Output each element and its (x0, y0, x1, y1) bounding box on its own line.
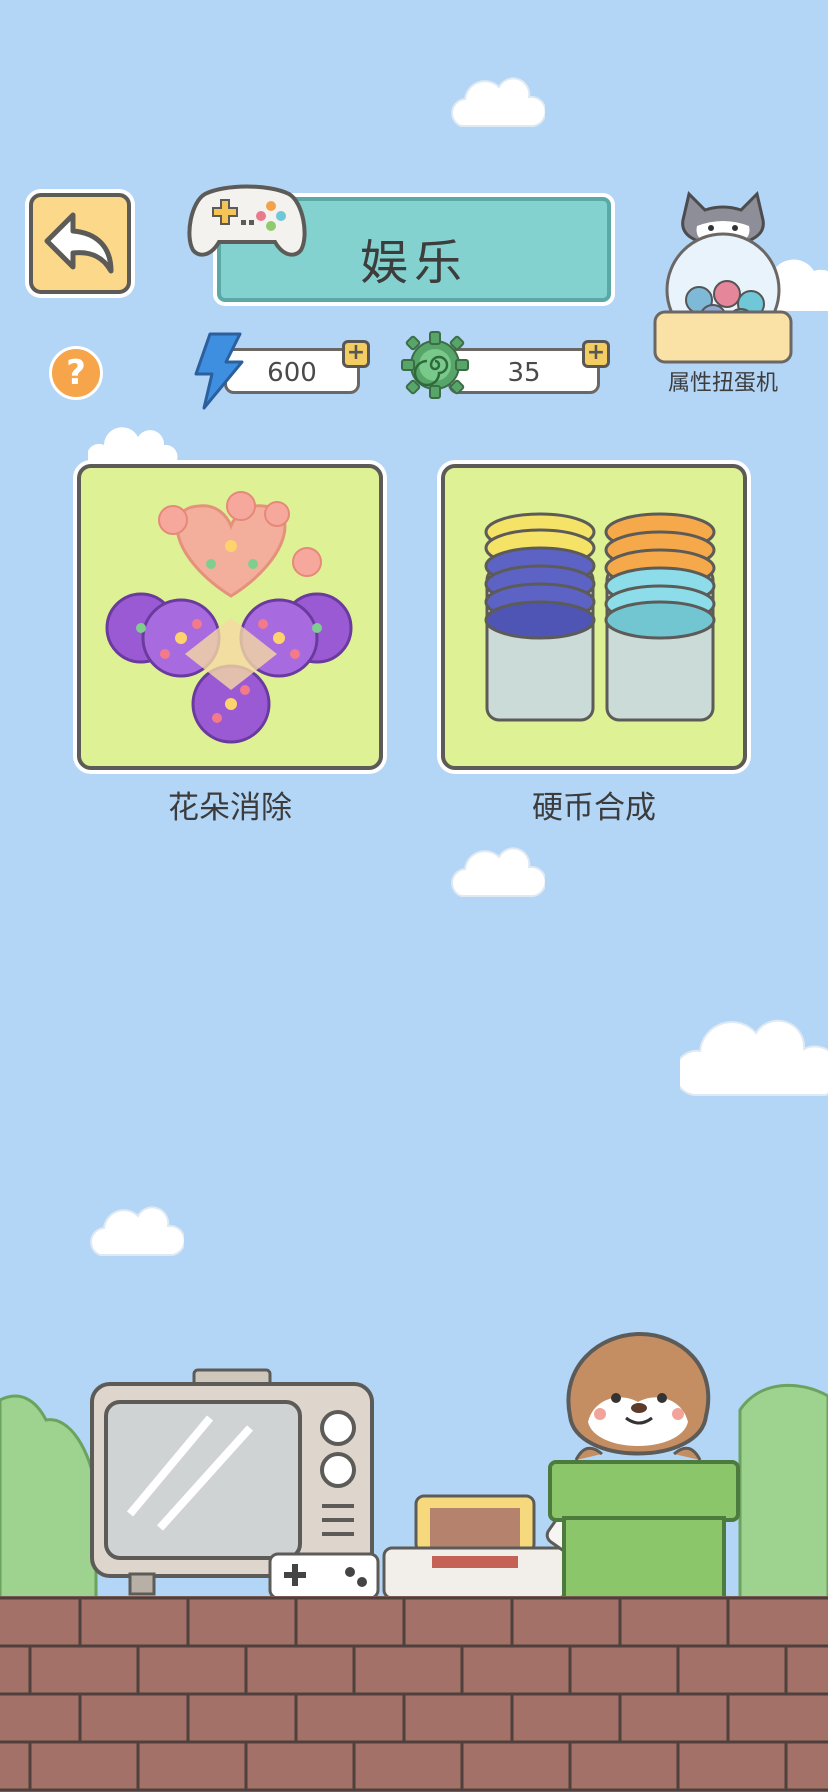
spiral-plus-button[interactable]: + (582, 340, 610, 368)
back-arrow-icon (44, 212, 114, 274)
cloud (680, 995, 828, 1101)
brick-wall (0, 1596, 828, 1792)
gacha-machine-icon (653, 191, 793, 364)
coin-game-card[interactable] (441, 464, 747, 770)
question-icon: ? (66, 353, 86, 393)
gacha-label: 属性扭蛋机 (667, 371, 778, 396)
controller-icon (268, 1552, 380, 1600)
flower-game-card[interactable] (77, 464, 383, 770)
otter-icon (566, 1331, 711, 1461)
gacha-machine-button[interactable]: 属性扭蛋机 (643, 190, 803, 396)
cloud (449, 66, 545, 130)
cloud (88, 1195, 184, 1259)
gamepad-icon (187, 184, 307, 257)
lightning-icon (194, 332, 244, 410)
help-button[interactable]: ? (49, 346, 103, 400)
energy-plus-button[interactable]: + (342, 340, 370, 368)
back-button[interactable] (29, 193, 131, 294)
coin-game-label: 硬币合成 (532, 790, 656, 826)
spiral-value: 35 (507, 358, 541, 388)
flower-match-icon (105, 491, 353, 744)
energy-value: 600 (267, 358, 317, 388)
flower-game-label: 花朵消除 (168, 790, 292, 826)
green-gear-spiral-icon (401, 331, 469, 399)
green-pipe-icon (548, 1460, 740, 1600)
game-screen: { "header": { "title": "娱乐", "back_icon"… (0, 0, 828, 1792)
cloud (449, 836, 545, 900)
coin-stack-icon (484, 512, 716, 722)
spiral-bar: 35 (448, 348, 600, 394)
cloud (88, 423, 180, 469)
